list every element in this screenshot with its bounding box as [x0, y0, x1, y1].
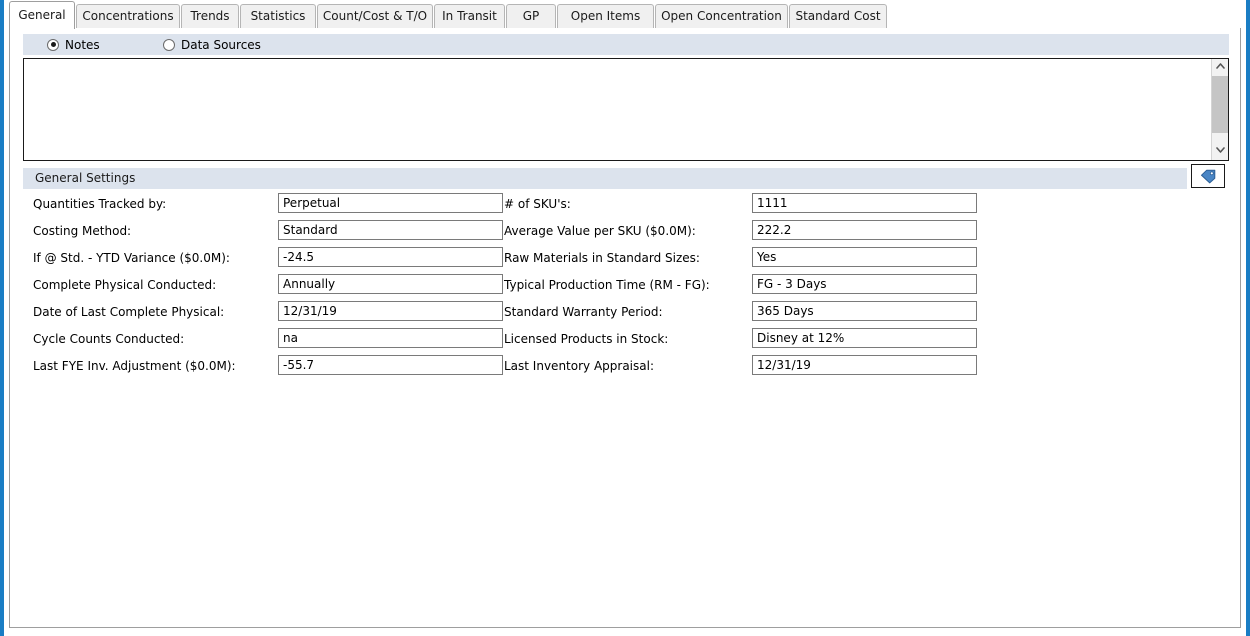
field-label: If @ Std. - YTD Variance ($0.0M): — [33, 251, 230, 265]
field-input[interactable] — [752, 193, 977, 213]
tab-content-panel: NotesData Sources General Setti — [9, 28, 1241, 628]
radio-label: Notes — [65, 38, 100, 52]
field-label: Typical Production Time (RM - FG): — [504, 278, 710, 292]
notes-textbox[interactable] — [23, 58, 1229, 161]
tab-general[interactable]: General — [9, 1, 75, 29]
tab-open-items[interactable]: Open Items — [557, 4, 654, 29]
scroll-up-button[interactable] — [1212, 59, 1228, 76]
field-label: Licensed Products in Stock: — [504, 332, 668, 346]
notes-scrollbar[interactable] — [1211, 59, 1228, 160]
tab-in-transit[interactable]: In Transit — [434, 4, 505, 29]
general-settings-form: Quantities Tracked by: Costing Method: If … — [10, 193, 1240, 423]
radio-button-icon[interactable] — [163, 39, 175, 51]
tab-gp[interactable]: GP — [506, 4, 556, 29]
radio-data-sources[interactable]: Data Sources — [163, 36, 261, 53]
field-label: Complete Physical Conducted: — [33, 278, 216, 292]
field-input[interactable] — [752, 274, 977, 294]
field-label: Quantities Tracked by: — [33, 197, 166, 211]
field-label: Costing Method: — [33, 224, 131, 238]
field-input[interactable] — [278, 301, 503, 321]
scrollbar-thumb[interactable] — [1212, 76, 1228, 133]
tab-open-concentration[interactable]: Open Concentration — [655, 4, 788, 29]
field-label: Last FYE Inv. Adjustment ($0.0M): — [33, 359, 236, 373]
tag-button[interactable] — [1191, 164, 1225, 188]
tab-standard-cost[interactable]: Standard Cost — [789, 4, 887, 29]
chevron-down-icon — [1216, 147, 1225, 153]
tab-concentrations[interactable]: Concentrations — [76, 4, 180, 29]
window-right-gutter — [1241, 0, 1246, 636]
field-input[interactable] — [278, 220, 503, 240]
field-input[interactable] — [278, 355, 503, 375]
view-selector-band: Notes Data Sources — [23, 34, 1229, 55]
tab-bar: GeneralConcentrationsTrendsStatisticsCou… — [9, 0, 1241, 29]
field-input[interactable] — [752, 220, 977, 240]
tab-statistics[interactable]: Statistics — [240, 4, 316, 29]
field-input[interactable] — [278, 193, 503, 213]
field-label: Standard Warranty Period: — [504, 305, 663, 319]
field-input[interactable] — [752, 247, 977, 267]
window-right-accent-bar — [1246, 0, 1250, 636]
chevron-up-icon — [1216, 63, 1225, 69]
field-label: Last Inventory Appraisal: — [504, 359, 654, 373]
general-settings-title: General Settings — [35, 171, 135, 185]
field-label: Average Value per SKU ($0.0M): — [504, 224, 696, 238]
radio-notes[interactable]: Notes — [47, 36, 100, 53]
general-settings-header-bar: General Settings — [23, 168, 1187, 189]
tab-trends[interactable]: Trends — [181, 4, 239, 29]
field-input[interactable] — [278, 274, 503, 294]
tag-icon — [1200, 169, 1217, 184]
field-input[interactable] — [752, 328, 977, 348]
radio-label: Data Sources — [181, 38, 261, 52]
notes-text-content[interactable] — [28, 61, 1208, 158]
tab-count-cost-t-o[interactable]: Count/Cost & T/O — [317, 4, 433, 29]
field-label: Cycle Counts Conducted: — [33, 332, 184, 346]
application-window: GeneralConcentrationsTrendsStatisticsCou… — [0, 0, 1250, 636]
field-label: Raw Materials in Standard Sizes: — [504, 251, 700, 265]
field-label: Date of Last Complete Physical: — [33, 305, 224, 319]
field-input[interactable] — [278, 247, 503, 267]
field-input[interactable] — [278, 328, 503, 348]
radio-button-icon[interactable] — [47, 39, 59, 51]
scroll-down-button[interactable] — [1212, 143, 1228, 160]
field-label: # of SKU's: — [504, 197, 571, 211]
field-input[interactable] — [752, 355, 977, 375]
field-input[interactable] — [752, 301, 977, 321]
